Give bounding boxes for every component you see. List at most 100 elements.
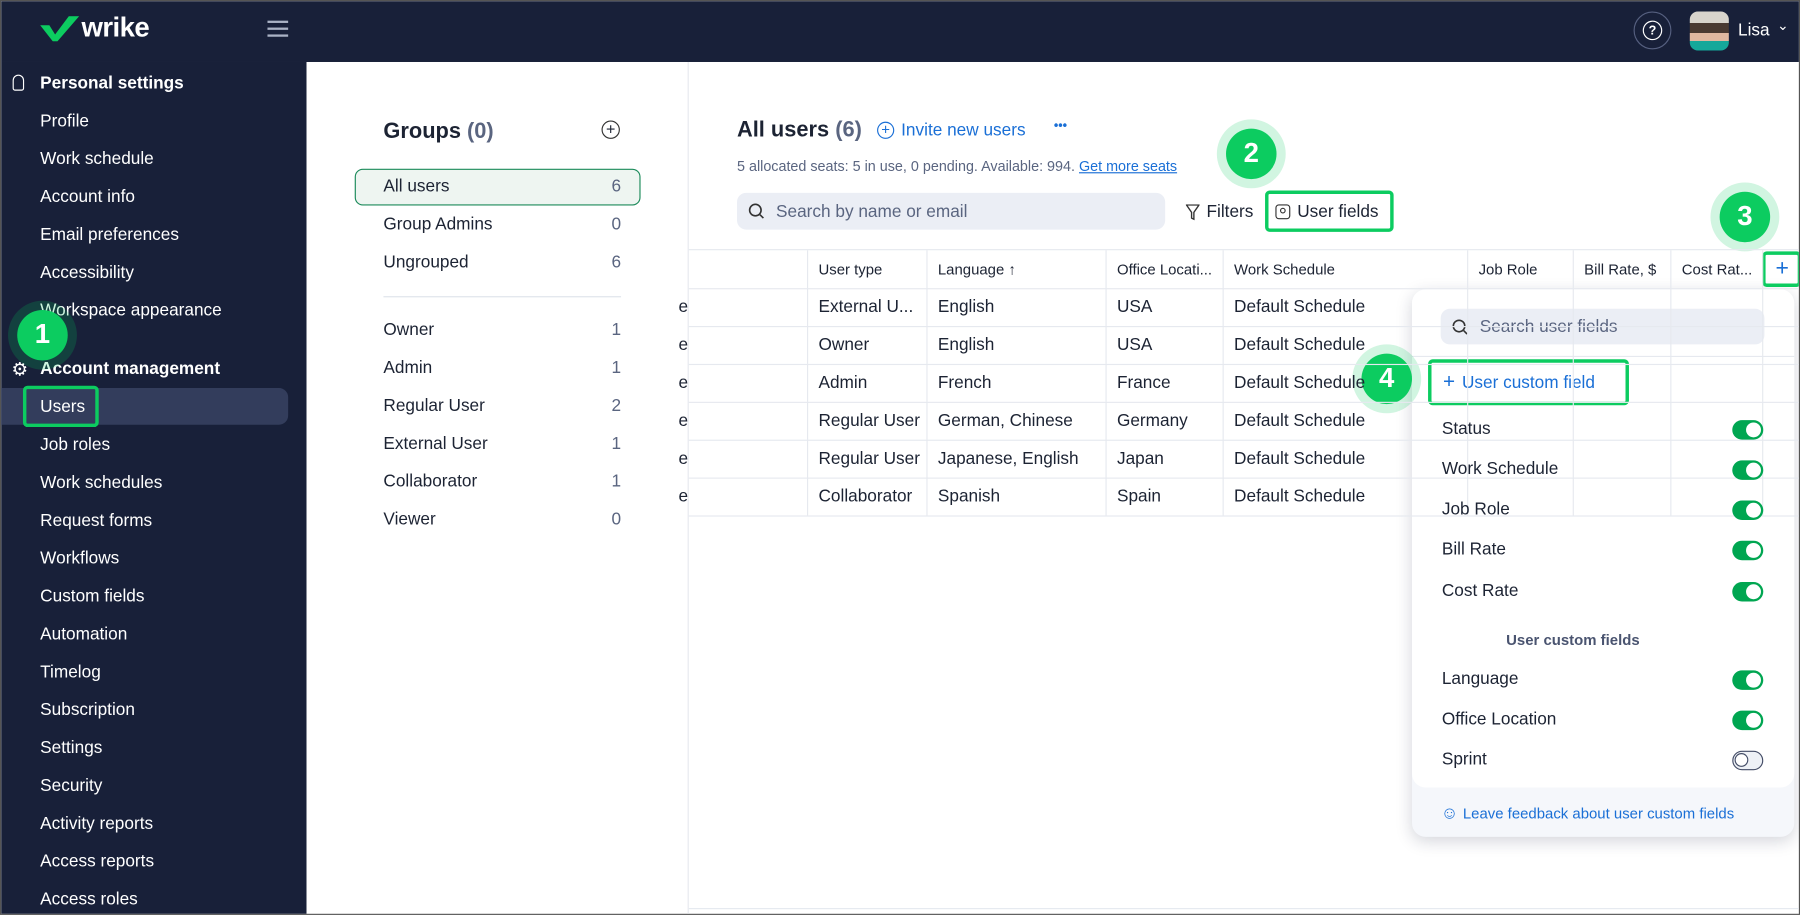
table-cell[interactable]: Spain bbox=[1107, 477, 1224, 516]
sidebar-item-account-info[interactable]: Account info bbox=[40, 187, 135, 207]
table-cell[interactable]: Default Schedule bbox=[1224, 401, 1469, 440]
table-cell[interactable] bbox=[1574, 439, 1672, 478]
table-cell[interactable]: e bbox=[678, 477, 809, 516]
hamburger-icon[interactable] bbox=[267, 20, 289, 37]
table-cell[interactable] bbox=[1468, 363, 1574, 402]
table-cell[interactable]: Regular User bbox=[808, 401, 928, 440]
column-header[interactable]: Work Schedule bbox=[1224, 250, 1469, 289]
toggle-sprint[interactable] bbox=[1732, 750, 1764, 771]
table-cell[interactable]: e bbox=[678, 439, 809, 478]
sidebar-item-settings[interactable]: Settings bbox=[40, 738, 102, 758]
table-cell[interactable] bbox=[1574, 477, 1672, 516]
table-cell[interactable]: e bbox=[678, 401, 809, 440]
sidebar-item-custom-fields[interactable]: Custom fields bbox=[40, 587, 144, 607]
table-cell[interactable]: e bbox=[678, 288, 809, 327]
search-placeholder: Search by name or email bbox=[776, 201, 968, 221]
column-header[interactable]: Language ↑ bbox=[928, 250, 1107, 289]
sidebar-item-automation[interactable]: Automation bbox=[40, 624, 127, 644]
column-header[interactable]: Office Locati... bbox=[1107, 250, 1224, 289]
group-item[interactable]: Group Admins 0 bbox=[383, 215, 621, 235]
table-cell[interactable] bbox=[1468, 326, 1574, 364]
group-item[interactable]: All users 6 bbox=[383, 177, 621, 197]
table-cell[interactable] bbox=[1574, 401, 1672, 440]
toggle-language[interactable] bbox=[1732, 670, 1764, 690]
table-cell[interactable]: French bbox=[928, 363, 1107, 402]
group-item[interactable]: Admin 1 bbox=[383, 358, 621, 378]
help-button[interactable]: ? bbox=[1633, 11, 1672, 50]
toggle-cost-rate[interactable] bbox=[1732, 582, 1764, 602]
group-item[interactable]: Regular User 2 bbox=[383, 396, 621, 416]
search-input[interactable]: Search by name or email bbox=[736, 192, 1166, 230]
table-cell[interactable]: Owner bbox=[808, 326, 928, 364]
table-cell[interactable]: e bbox=[678, 363, 809, 402]
table-cell[interactable]: Admin bbox=[808, 363, 928, 402]
sidebar-item-security[interactable]: Security bbox=[40, 776, 102, 796]
column-header[interactable]: Bill Rate, $ bbox=[1574, 250, 1672, 289]
chevron-down-icon[interactable]: ⌄ bbox=[1777, 17, 1789, 33]
sidebar-item-request-forms[interactable]: Request forms bbox=[40, 511, 152, 531]
table-cell[interactable]: German, Chinese bbox=[928, 401, 1107, 440]
toggle-status[interactable] bbox=[1732, 420, 1764, 440]
table-cell[interactable]: France bbox=[1107, 363, 1224, 402]
table-cell[interactable]: Default Schedule bbox=[1224, 326, 1469, 364]
group-item[interactable]: External User 1 bbox=[383, 434, 621, 454]
group-item[interactable]: Ungrouped 6 bbox=[383, 253, 621, 273]
table-cell[interactable]: Germany bbox=[1107, 401, 1224, 440]
sidebar-item-work-schedule[interactable]: Work schedule bbox=[40, 149, 154, 169]
column-header[interactable] bbox=[689, 250, 809, 289]
table-cell[interactable]: Spanish bbox=[928, 477, 1107, 516]
group-item[interactable]: Collaborator 1 bbox=[383, 472, 621, 492]
table-cell[interactable]: Default Schedule bbox=[1224, 477, 1469, 516]
sidebar-item-workflows[interactable]: Workflows bbox=[40, 549, 119, 569]
avatar[interactable] bbox=[1689, 11, 1729, 51]
filters-button[interactable]: Filters bbox=[1185, 202, 1253, 222]
sidebar-item-email-preferences[interactable]: Email preferences bbox=[40, 225, 179, 245]
table-cell[interactable]: Default Schedule bbox=[1224, 439, 1469, 478]
group-item[interactable]: Viewer 0 bbox=[383, 510, 621, 530]
sidebar-item-accessibility[interactable]: Accessibility bbox=[40, 263, 134, 283]
toggle-office-location[interactable] bbox=[1732, 710, 1764, 731]
table-cell[interactable]: Default Schedule bbox=[1224, 288, 1469, 327]
wrike-logo[interactable]: wrike bbox=[40, 13, 150, 45]
table-cell[interactable] bbox=[1574, 363, 1672, 402]
get-more-seats-link[interactable]: Get more seats bbox=[1079, 158, 1177, 174]
toggle-job-role[interactable] bbox=[1732, 500, 1764, 521]
table-cell[interactable] bbox=[1574, 326, 1672, 364]
more-options-button[interactable]: ••• bbox=[1054, 119, 1067, 133]
sidebar-item-profile[interactable]: Profile bbox=[40, 111, 89, 131]
table-cell[interactable]: Japan bbox=[1107, 439, 1224, 478]
column-header[interactable]: User type bbox=[808, 250, 928, 289]
table-cell[interactable]: External U... bbox=[808, 288, 928, 327]
table-cell[interactable] bbox=[1574, 288, 1672, 327]
sidebar-item-job-roles[interactable]: Job roles bbox=[40, 435, 110, 455]
user-name[interactable]: Lisa bbox=[1738, 21, 1770, 41]
sidebar-item-access-reports[interactable]: Access reports bbox=[40, 852, 154, 872]
toggle-bill-rate[interactable] bbox=[1732, 540, 1764, 561]
table-cell[interactable]: USA bbox=[1107, 326, 1224, 364]
sidebar-item-timelog[interactable]: Timelog bbox=[40, 662, 101, 682]
feedback-link[interactable]: ☺ Leave feedback about user custom fields bbox=[1441, 804, 1734, 824]
table-cell[interactable]: Default Schedule bbox=[1224, 363, 1469, 402]
group-item[interactable]: Owner 1 bbox=[383, 320, 621, 340]
toggle-work-schedule[interactable] bbox=[1732, 460, 1764, 480]
table-cell[interactable] bbox=[1468, 288, 1574, 327]
table-cell[interactable]: e bbox=[678, 326, 809, 364]
add-group-icon[interactable]: + bbox=[601, 121, 620, 139]
sidebar-item-access-roles[interactable]: Access roles bbox=[40, 890, 138, 910]
table-cell[interactable]: Regular User bbox=[808, 439, 928, 478]
table-cell[interactable]: Japanese, English bbox=[928, 439, 1107, 478]
table-cell[interactable] bbox=[1671, 288, 1764, 327]
sidebar-item-work-schedules[interactable]: Work schedules bbox=[40, 473, 162, 493]
seats-info: 5 allocated seats: 5 in use, 0 pending. … bbox=[736, 158, 1178, 175]
table-cell[interactable]: English bbox=[928, 288, 1107, 327]
table-cell[interactable] bbox=[1671, 363, 1764, 402]
sidebar-item-subscription[interactable]: Subscription bbox=[40, 700, 135, 720]
table-cell[interactable]: Collaborator bbox=[808, 477, 928, 516]
column-header[interactable]: Cost Rat... bbox=[1671, 250, 1764, 289]
sidebar-item-activity-reports[interactable]: Activity reports bbox=[40, 814, 153, 834]
column-header[interactable]: Job Role bbox=[1468, 250, 1574, 289]
invite-users-button[interactable]: + Invite new users bbox=[877, 121, 1026, 140]
table-cell[interactable] bbox=[1671, 326, 1764, 364]
table-cell[interactable]: English bbox=[928, 326, 1107, 364]
table-cell[interactable]: USA bbox=[1107, 288, 1224, 327]
